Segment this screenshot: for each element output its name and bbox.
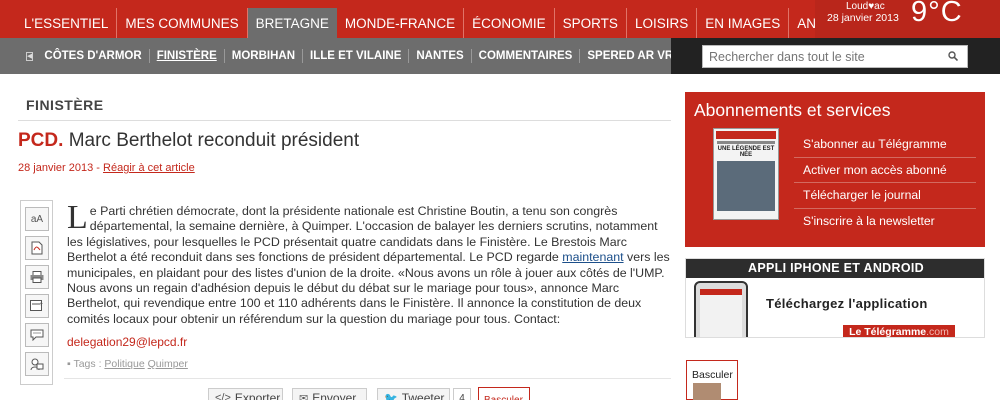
sub-nav-morbihan[interactable]: MORBIHAN xyxy=(225,49,303,63)
subscriptions-panel: Abonnements et services UNE LÉGENDE EST … xyxy=(685,92,985,247)
phone-screen-bar xyxy=(700,289,742,295)
cover-masthead xyxy=(716,131,776,139)
envelope-icon: ✉ xyxy=(299,392,309,400)
send-button[interactable]: ✉ Envoyer xyxy=(292,388,367,400)
top-nav-lessentiel[interactable]: L'ESSENTIEL xyxy=(16,8,118,38)
search-icon[interactable] xyxy=(948,51,958,61)
twitter-bird-icon: 🐦 xyxy=(384,392,398,400)
newspaper-cover[interactable]: UNE LÉGENDE EST NÉE xyxy=(713,128,779,220)
drop-cap: L xyxy=(67,199,88,236)
weather-location: Loud♥ac xyxy=(846,1,885,12)
section-divider xyxy=(18,120,671,121)
send-label: Envoyer xyxy=(312,391,357,400)
brand-suffix: .com xyxy=(926,326,949,338)
tags-bullet: ▪ xyxy=(67,358,71,370)
share-icon: </> xyxy=(215,392,231,400)
article-date: 28 janvier 2013 - xyxy=(18,162,100,174)
top-nav: L'ESSENTIEL MES COMMUNES BRETAGNE MONDE-… xyxy=(0,0,1000,38)
app-banner-brand: Le Télégramme.com xyxy=(843,325,955,338)
react-link[interactable]: Réagir à cet article xyxy=(103,162,195,174)
tag-politique[interactable]: Politique xyxy=(104,358,144,370)
tags-label: Tags : xyxy=(73,358,102,370)
phone-screen xyxy=(700,289,742,337)
link-newsletter[interactable]: S'inscrire à la newsletter xyxy=(794,209,976,235)
subscriptions-title: Abonnements et services xyxy=(694,100,891,120)
sub-nav-commentaires[interactable]: COMMENTAIRES xyxy=(472,49,581,63)
bookmark-icon[interactable]: + xyxy=(25,294,49,318)
contact-email[interactable]: delegation29@lepcd.fr xyxy=(67,335,187,349)
comment-icon[interactable] xyxy=(25,323,49,347)
headline-title: Marc Berthelot reconduit président xyxy=(68,130,360,151)
link-activate-access[interactable]: Activer mon accès abonné xyxy=(794,158,976,183)
sub-nav-nantes[interactable]: NANTES xyxy=(409,49,472,63)
avatar xyxy=(693,383,721,400)
search-input[interactable] xyxy=(703,46,941,67)
top-nav-mes-communes[interactable]: MES COMMUNES xyxy=(117,8,248,38)
brand-name: Le Télégramme xyxy=(849,326,927,338)
search-bar xyxy=(671,38,1000,74)
tweet-count: 4 xyxy=(453,388,471,400)
article-headline: PCD. Marc Berthelot reconduit président xyxy=(18,130,359,152)
top-nav-bretagne[interactable]: BRETAGNE xyxy=(247,8,337,38)
weather-widget[interactable]: Loud♥ac 28 janvier 2013 9°C xyxy=(815,0,1000,38)
tweet-button[interactable]: 🐦 Tweeter xyxy=(377,388,450,400)
font-size-label: aA xyxy=(30,213,44,225)
body-link-maintenant[interactable]: maintenant xyxy=(562,250,623,264)
tags-line: ▪ Tags : Politique Quimper xyxy=(67,358,188,370)
app-banner-header: APPLI IPHONE ET ANDROID xyxy=(686,259,984,278)
section-title: FINISTÈRE xyxy=(26,97,104,113)
top-nav-loisirs[interactable]: LOISIRS xyxy=(627,8,698,38)
app-banner-text: Téléchargez l'application xyxy=(766,296,928,311)
sub-nav-cotes-darmor[interactable]: CÔTES D'ARMOR xyxy=(37,49,150,63)
svg-text:+: + xyxy=(39,301,43,308)
article-body: Le Parti chrétien démocrate, dont la pré… xyxy=(67,199,674,327)
email-icon[interactable] xyxy=(25,352,49,376)
search-box xyxy=(702,45,968,68)
basculer-button[interactable]: Basculer xyxy=(478,387,530,400)
article-meta: 28 janvier 2013 - Réagir à cet article xyxy=(18,162,195,174)
sub-nav-items: ◀ CÔTES D'ARMOR FINISTÈRE MORBIHAN ILLE … xyxy=(16,38,671,74)
pdf-icon[interactable] xyxy=(25,236,49,260)
export-button[interactable]: </> Exporter xyxy=(208,388,283,400)
sub-nav-finistere[interactable]: FINISTÈRE xyxy=(150,49,225,63)
smartphone-icon xyxy=(694,281,748,337)
top-nav-items: L'ESSENTIEL MES COMMUNES BRETAGNE MONDE-… xyxy=(16,8,882,38)
top-nav-sports[interactable]: SPORTS xyxy=(555,8,627,38)
tags-divider xyxy=(64,378,671,379)
sub-nav-ille-et-vilaine[interactable]: ILLE ET VILAINE xyxy=(303,49,410,63)
tweet-label: Tweeter xyxy=(401,391,445,400)
cover-lines xyxy=(717,141,775,144)
top-nav-economie[interactable]: ÉCONOMIE xyxy=(464,8,555,38)
subscriptions-links: S'abonner au Télégramme Activer mon accè… xyxy=(794,132,976,234)
sub-nav-left-arrow-icon[interactable]: ◀ xyxy=(26,51,34,61)
top-nav-monde-france[interactable]: MONDE-FRANCE xyxy=(337,8,465,38)
cover-headline: UNE LÉGENDE EST NÉE xyxy=(717,146,775,158)
app-banner[interactable]: APPLI IPHONE ET ANDROID Téléchargez l'ap… xyxy=(685,258,985,338)
weather-temperature: 9°C xyxy=(911,0,963,28)
export-label: Exporter xyxy=(234,391,281,400)
link-subscribe[interactable]: S'abonner au Télégramme xyxy=(794,132,976,158)
weather-date: 28 janvier 2013 xyxy=(827,12,899,24)
headline-prefix: PCD. xyxy=(18,130,64,151)
top-nav-en-images[interactable]: EN IMAGES xyxy=(697,8,790,38)
tag-quimper[interactable]: Quimper xyxy=(148,358,188,370)
sidebar-basculer-label: Basculer xyxy=(692,369,733,381)
sub-nav-spered-ar-vro[interactable]: SPERED AR VRO xyxy=(580,49,671,63)
sidebar-basculer-widget[interactable]: Basculer xyxy=(686,360,738,400)
font-size-icon[interactable]: aA xyxy=(25,207,49,231)
print-icon[interactable] xyxy=(25,265,49,289)
article-tools: aA + xyxy=(20,200,53,385)
cover-photo xyxy=(717,161,775,211)
link-download-paper[interactable]: Télécharger le journal xyxy=(794,183,976,209)
